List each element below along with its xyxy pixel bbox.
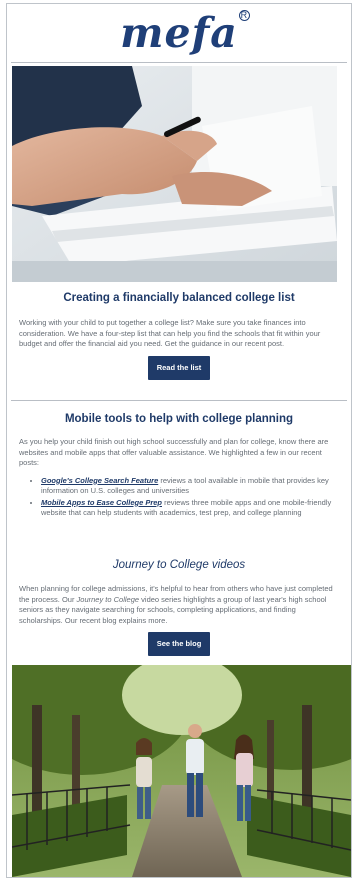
hero-image-students (12, 665, 351, 877)
section-journey-videos: Journey to College videos When planning … (7, 559, 351, 656)
writing-hands-image (12, 66, 337, 282)
divider (11, 62, 347, 63)
mefa-logo[interactable]: mefa R (120, 4, 250, 62)
mobile-apps-link[interactable]: Mobile Apps to Ease College Prep (41, 498, 162, 507)
divider (11, 400, 347, 401)
see-the-blog-button[interactable]: See the blog (148, 632, 210, 656)
read-the-list-button[interactable]: Read the list (148, 355, 210, 380)
hero-image-writing (12, 66, 337, 282)
section-title: Journey to College videos (112, 559, 246, 571)
list-item: Google's College Search Feature reviews … (41, 476, 351, 497)
email-container: mefa R Creating a financially balanced c… (6, 3, 352, 878)
section-body: When planning for college admissions, it… (19, 584, 333, 625)
resource-list: Google's College Search Feature reviews … (7, 476, 351, 519)
section-mobile-tools: Mobile tools to help with college planni… (7, 413, 351, 520)
google-college-search-link[interactable]: Google's College Search Feature (41, 476, 158, 485)
header: mefa R (7, 4, 351, 62)
section-title: Mobile tools to help with college planni… (64, 413, 294, 425)
section-intro: As you help your child finish out high s… (19, 437, 329, 467)
section-title: Creating a financially balanced college … (63, 292, 295, 304)
registered-mark: R (238, 10, 250, 21)
section-college-list: Creating a financially balanced college … (7, 292, 351, 380)
list-item: Mobile Apps to Ease College Prep reviews… (41, 498, 351, 519)
section-body: Working with your child to put together … (19, 318, 321, 348)
students-walking-image (12, 665, 351, 877)
